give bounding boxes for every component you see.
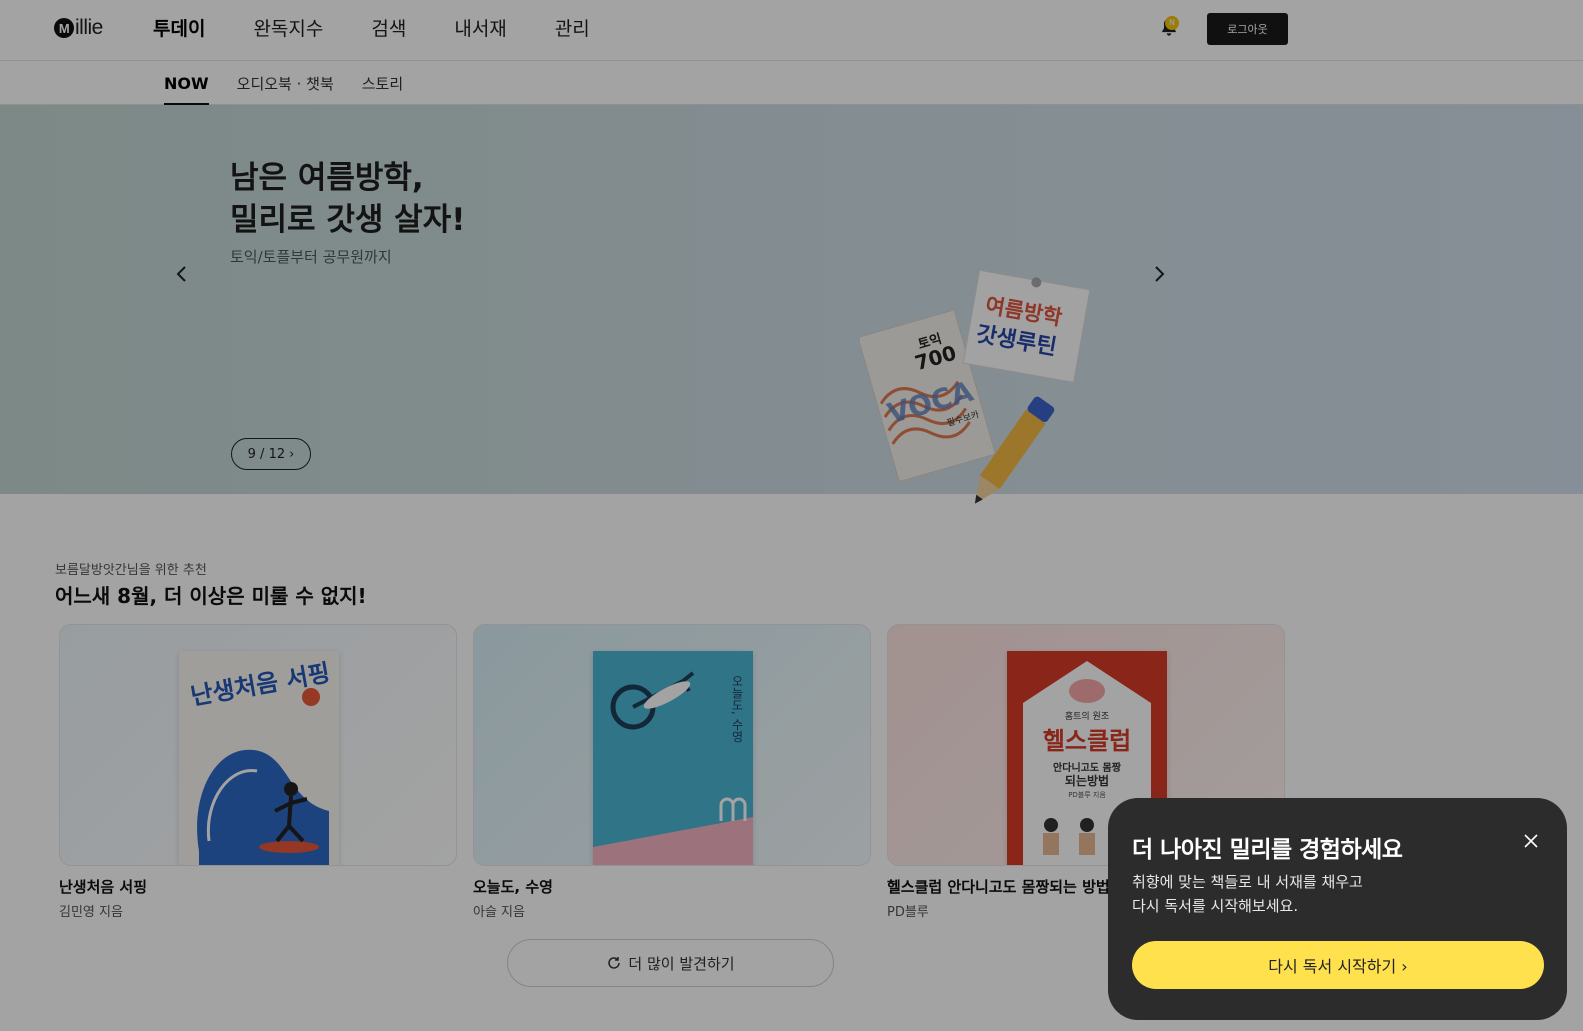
re-engagement-popup: 더 나아진 밀리를 경험하세요 취향에 맞는 책들로 내 서재를 채우고 다시 … — [1108, 798, 1567, 1020]
close-icon[interactable] — [1522, 832, 1540, 850]
popup-body: 취향에 맞는 책들로 내 서재를 채우고 다시 독서를 시작해보세요. — [1132, 873, 1363, 915]
popup-title: 더 나아진 밀리를 경험하세요 — [1132, 837, 1403, 863]
restart-reading-button[interactable]: 다시 독서 시작하기 › — [1132, 941, 1544, 989]
